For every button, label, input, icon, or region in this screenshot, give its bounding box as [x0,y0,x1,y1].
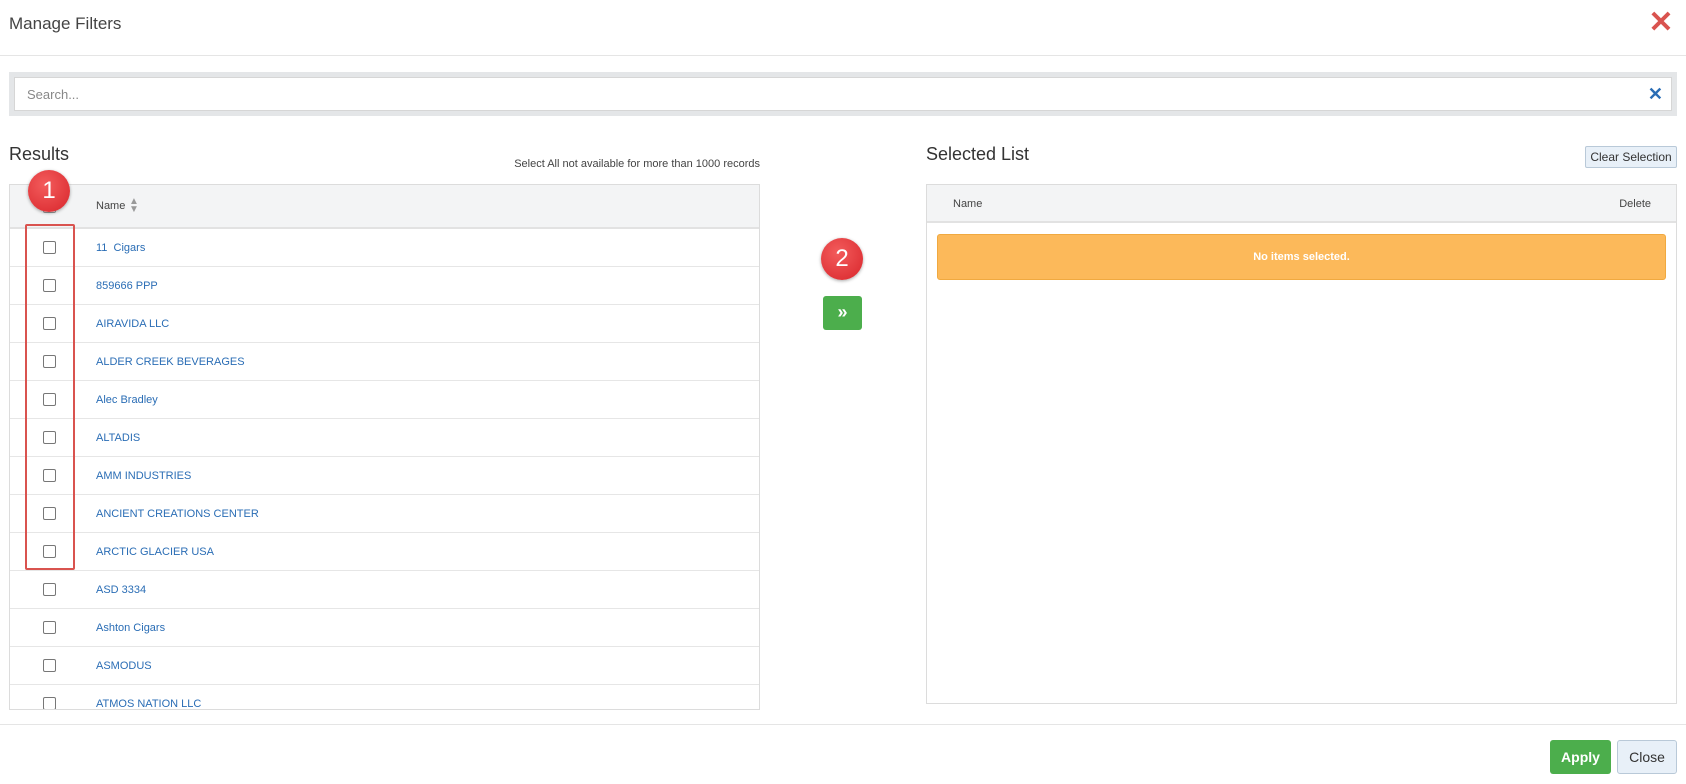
selected-table-header: Name Delete [927,185,1676,223]
dialog-footer [0,724,1686,784]
step-badge-1: 1 [28,170,70,212]
row-checkbox[interactable] [43,659,56,672]
table-row: 11 Cigars [10,229,759,267]
row-name-link[interactable]: ALTADIS [96,432,140,444]
selected-delete-column-header: Delete [1619,198,1651,210]
name-column-header[interactable]: Name [96,200,125,212]
table-row: Ashton Cigars [10,609,759,647]
row-name-link[interactable]: 11 Cigars [96,242,145,254]
row-name-link[interactable]: Alec Bradley [96,394,158,406]
row-name-link[interactable]: Ashton Cigars [96,622,165,634]
table-row: 859666 PPP [10,267,759,305]
row-name-link[interactable]: ARCTIC GLACIER USA [96,546,214,558]
table-row: ANCIENT CREATIONS CENTER [10,495,759,533]
results-title: Results [9,144,70,164]
dialog-title: Manage Filters [9,14,122,33]
selected-list-title: Selected List [926,144,1030,164]
table-row: AMM INDUSTRIES [10,457,759,495]
no-items-alert: No items selected. [937,234,1666,280]
close-button[interactable]: Close [1617,740,1677,774]
row-checkbox[interactable] [43,697,56,709]
table-row: ASD 3334 [10,571,759,609]
table-row: ALDER CREEK BEVERAGES [10,343,759,381]
selected-table: Name Delete No items selected. [926,184,1677,704]
select-all-note: Select All not available for more than 1… [514,158,760,170]
row-checkbox[interactable] [43,621,56,634]
row-name-link[interactable]: AIRAVIDA LLC [96,318,169,330]
close-icon[interactable]: ✕ [1648,8,1674,38]
table-row: AIRAVIDA LLC [10,305,759,343]
table-row: ARCTIC GLACIER USA [10,533,759,571]
results-table: Name ▲ ▼ 11 Cigars 859666 PPP AIRAVIDA LLC A… [9,184,760,710]
row-name-link[interactable]: ATMOS NATION LLC [96,698,201,709]
row-name-link[interactable]: ALDER CREEK BEVERAGES [96,356,245,368]
search-input[interactable] [14,77,1672,111]
row-name-link[interactable]: ASMODUS [96,660,152,672]
checkbox-highlight-annotation [25,224,75,570]
add-to-selected-button[interactable]: » [823,296,862,330]
table-row: ALTADIS [10,419,759,457]
table-row: ATMOS NATION LLC [10,685,759,709]
search-bar: ✕ [9,72,1677,116]
clear-selection-button[interactable]: Clear Selection [1585,146,1677,168]
double-chevron-right-icon: » [837,302,848,322]
clear-search-icon[interactable]: ✕ [1648,85,1663,103]
row-name-link[interactable]: 859666 PPP [96,280,158,292]
table-row: ASMODUS [10,647,759,685]
selected-name-column-header: Name [953,198,983,210]
dialog-header: Manage Filters ✕ [0,0,1686,56]
table-row: Alec Bradley [10,381,759,419]
row-name-link[interactable]: ASD 3334 [96,584,146,596]
apply-button[interactable]: Apply [1550,740,1611,774]
results-table-header: Name ▲ ▼ [10,185,759,229]
row-checkbox[interactable] [43,583,56,596]
row-name-link[interactable]: AMM INDUSTRIES [96,470,191,482]
step-badge-2: 2 [821,238,863,280]
sort-icon[interactable]: ▲ ▼ [129,197,139,215]
row-name-link[interactable]: ANCIENT CREATIONS CENTER [96,508,259,520]
